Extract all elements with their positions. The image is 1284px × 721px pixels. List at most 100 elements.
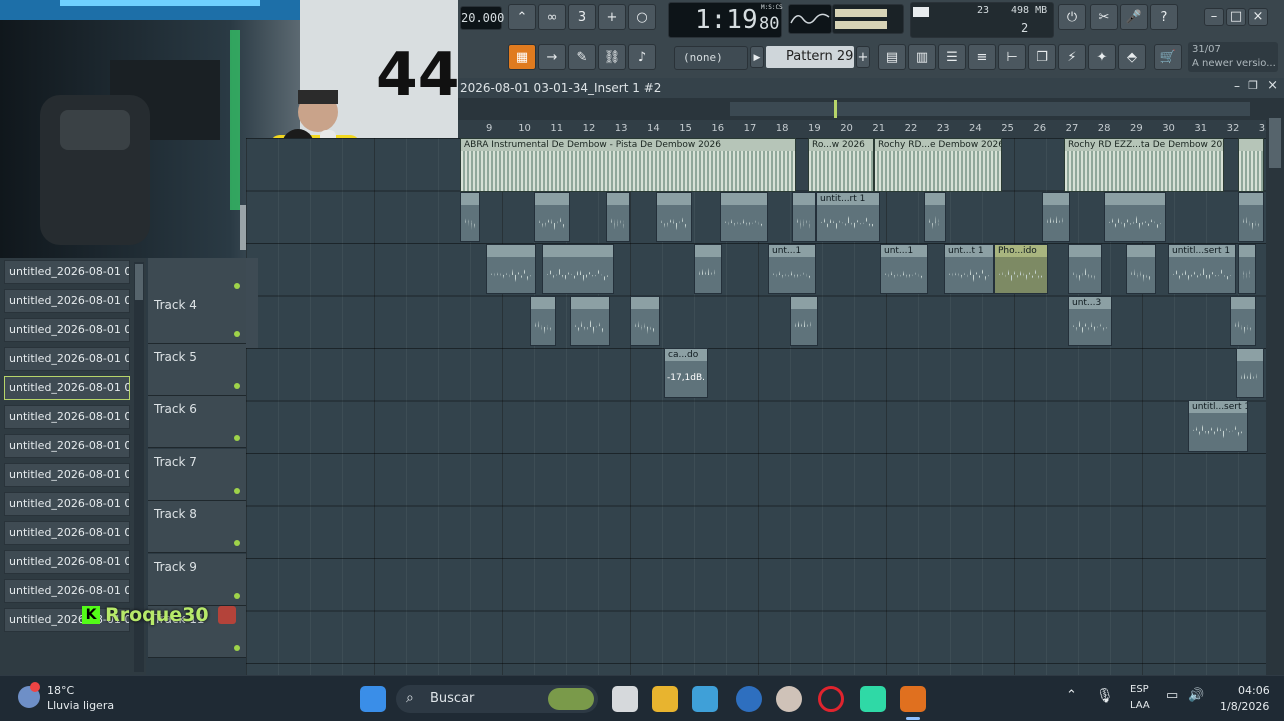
windows-start-icon[interactable] (360, 686, 386, 712)
pattern-prev-button[interactable]: ▶ (750, 46, 764, 68)
browser-icon[interactable] (736, 686, 762, 712)
task-view-icon[interactable] (612, 686, 638, 712)
wait-input-button[interactable]: ∞ (538, 4, 566, 30)
track-header[interactable]: Track 4 (148, 292, 246, 344)
lang-primary[interactable]: ESP (1130, 684, 1149, 695)
close-button[interactable]: × (1248, 8, 1268, 26)
opera-icon[interactable] (818, 686, 844, 712)
link-icon[interactable]: ⛓ (598, 44, 626, 70)
browser-tree-icon[interactable]: ⊢ (998, 44, 1026, 70)
scroller-position (834, 100, 837, 118)
add-pattern-button[interactable]: + (856, 46, 870, 68)
loop-record-button[interactable]: ○ (628, 4, 656, 30)
countdown-button[interactable]: 3 (568, 4, 596, 30)
metronome-button[interactable]: ⌃ (508, 4, 536, 30)
time-main: 1:19 (695, 5, 758, 35)
game-icon[interactable] (776, 686, 802, 712)
browser-item[interactable]: untitled_2026-08-01 03-... (4, 579, 130, 603)
windows-taskbar: 18°C Lluvia ligera ⌕ Buscar ⌃ 🎙 ESP LAA … (0, 675, 1284, 721)
track-header[interactable]: Track 8 (148, 501, 246, 553)
browser-item[interactable]: untitled_2026-08-01 03-... (4, 318, 130, 342)
search-icon: ⌕ (406, 690, 414, 706)
app-icon[interactable] (692, 686, 718, 712)
browser-item[interactable]: untitled_2026-08-01 03-... (4, 521, 130, 545)
tools-icon[interactable]: ✂ (1090, 4, 1118, 30)
volume-icon[interactable]: 🔊 (1188, 688, 1204, 703)
stamp-icon[interactable]: ♪ (628, 44, 656, 70)
minimize-button[interactable]: – (1204, 8, 1224, 26)
playlist-minimize[interactable]: – (1234, 79, 1240, 93)
track-mute-led[interactable] (234, 488, 240, 494)
browser-item[interactable]: untitled_2026-08-01 03-... (4, 405, 130, 429)
help-icon[interactable]: ? (1150, 4, 1178, 30)
fl-studio-icon[interactable] (900, 686, 926, 712)
track-label: Track 5 (154, 350, 197, 364)
network-icon[interactable]: ▭ (1166, 688, 1178, 703)
copy-icon[interactable]: ❐ (1028, 44, 1056, 70)
browser-item[interactable]: untitled_2026-08-01 03-... (4, 376, 130, 400)
snap-select[interactable]: (none) (674, 46, 748, 70)
taskbar-search[interactable]: ⌕ Buscar (396, 685, 598, 713)
track-mute-led[interactable] (234, 540, 240, 546)
playlist-scroll-thumb[interactable] (1269, 118, 1281, 168)
tag-icon[interactable]: ⬘ (1118, 44, 1146, 70)
channel-rack-icon[interactable]: ☰ (938, 44, 966, 70)
browser-item[interactable]: untitled_2026-08-01 03-... (4, 347, 130, 371)
step-edit-button[interactable]: + (598, 4, 626, 30)
time-display[interactable]: 1:19 80 M:S:CS (668, 2, 783, 38)
plugin-icon[interactable]: ⚡ (1058, 44, 1086, 70)
browser-item[interactable]: untitled_2026-08-01 03-... (4, 550, 130, 574)
news-panel[interactable]: 31/07 A newer versio... (1188, 42, 1278, 72)
ruler-tick: 16 (711, 123, 725, 134)
scroller-thumb[interactable] (730, 102, 1250, 116)
draw-icon[interactable]: ✎ (568, 44, 596, 70)
track-header[interactable]: Track 7 (148, 449, 246, 501)
mixer-icon[interactable]: ≡ (968, 44, 996, 70)
track-header[interactable]: Track 9 (148, 554, 246, 606)
playlist-close[interactable]: × (1267, 78, 1278, 93)
browser-item[interactable]: untitled_2026-08-01 03-... (4, 463, 130, 487)
kick-app-icon[interactable] (860, 686, 886, 712)
ruler-tick: 29 (1130, 123, 1143, 134)
track-header[interactable]: Track 5 (148, 344, 246, 396)
maximize-button[interactable]: □ (1226, 8, 1246, 26)
track-mute-led[interactable] (234, 331, 240, 337)
browser-scroll-thumb[interactable] (135, 264, 143, 300)
track-header[interactable]: Track 6 (148, 396, 246, 448)
arrow-icon[interactable]: → (538, 44, 566, 70)
pattern-selector[interactable]: Pattern 29 (766, 46, 854, 68)
browser-item[interactable]: untitled_2026-08-01 03-... (4, 434, 130, 458)
piano-roll-icon[interactable]: ▥ (908, 44, 936, 70)
lane-scroll-handle[interactable] (246, 258, 258, 348)
track-mute-led[interactable] (234, 645, 240, 651)
microphone-icon[interactable]: 🎤 (1120, 4, 1148, 30)
timeline-ruler[interactable]: 9 10 11 12 13 14 15 16 17 18 19 20 21 22 23 24 25 26 27 28 2… (458, 120, 1272, 139)
wizard-icon[interactable]: ✦ (1088, 44, 1116, 70)
track-header[interactable] (148, 258, 246, 296)
playlist-pattern-toggle[interactable]: ▦ (508, 44, 536, 70)
browser-item[interactable]: untitled_2026-08-01 03-... (4, 260, 130, 284)
track-mute-led[interactable] (234, 593, 240, 599)
track-mute-led[interactable] (234, 383, 240, 389)
master-volume[interactable] (832, 4, 904, 34)
track-label: Track 9 (154, 560, 197, 574)
browser-item[interactable]: untitled_2026-08-01 03-... (4, 289, 130, 313)
browser-item[interactable]: untitled_2026-08-01 03-... (4, 492, 130, 516)
lang-secondary[interactable]: LAA (1130, 700, 1150, 711)
clock-time[interactable]: 04:06 (1238, 684, 1270, 697)
playlist-maximize[interactable]: ❐ (1248, 79, 1258, 92)
tray-chevron-icon[interactable]: ⌃ (1066, 688, 1077, 703)
playlist-vertical-scrollbar[interactable] (1266, 98, 1284, 675)
file-explorer-icon[interactable] (652, 686, 678, 712)
playlist-icon[interactable]: ▤ (878, 44, 906, 70)
playlist-lanes[interactable] (246, 138, 1266, 675)
power-icon[interactable]: ⏻ (1058, 4, 1086, 30)
tempo-display[interactable]: 20.000 (460, 6, 504, 30)
clock-date[interactable]: 1/8/2026 (1220, 700, 1269, 713)
playlist-overview-scroller[interactable] (458, 98, 1266, 120)
ruler-tick: 31 (1194, 123, 1208, 134)
track-mute-led[interactable] (234, 435, 240, 441)
mic-tray-icon[interactable]: 🎙 (1096, 688, 1114, 704)
shop-icon[interactable]: 🛒 (1154, 44, 1182, 70)
track-mute-led[interactable] (234, 283, 240, 289)
